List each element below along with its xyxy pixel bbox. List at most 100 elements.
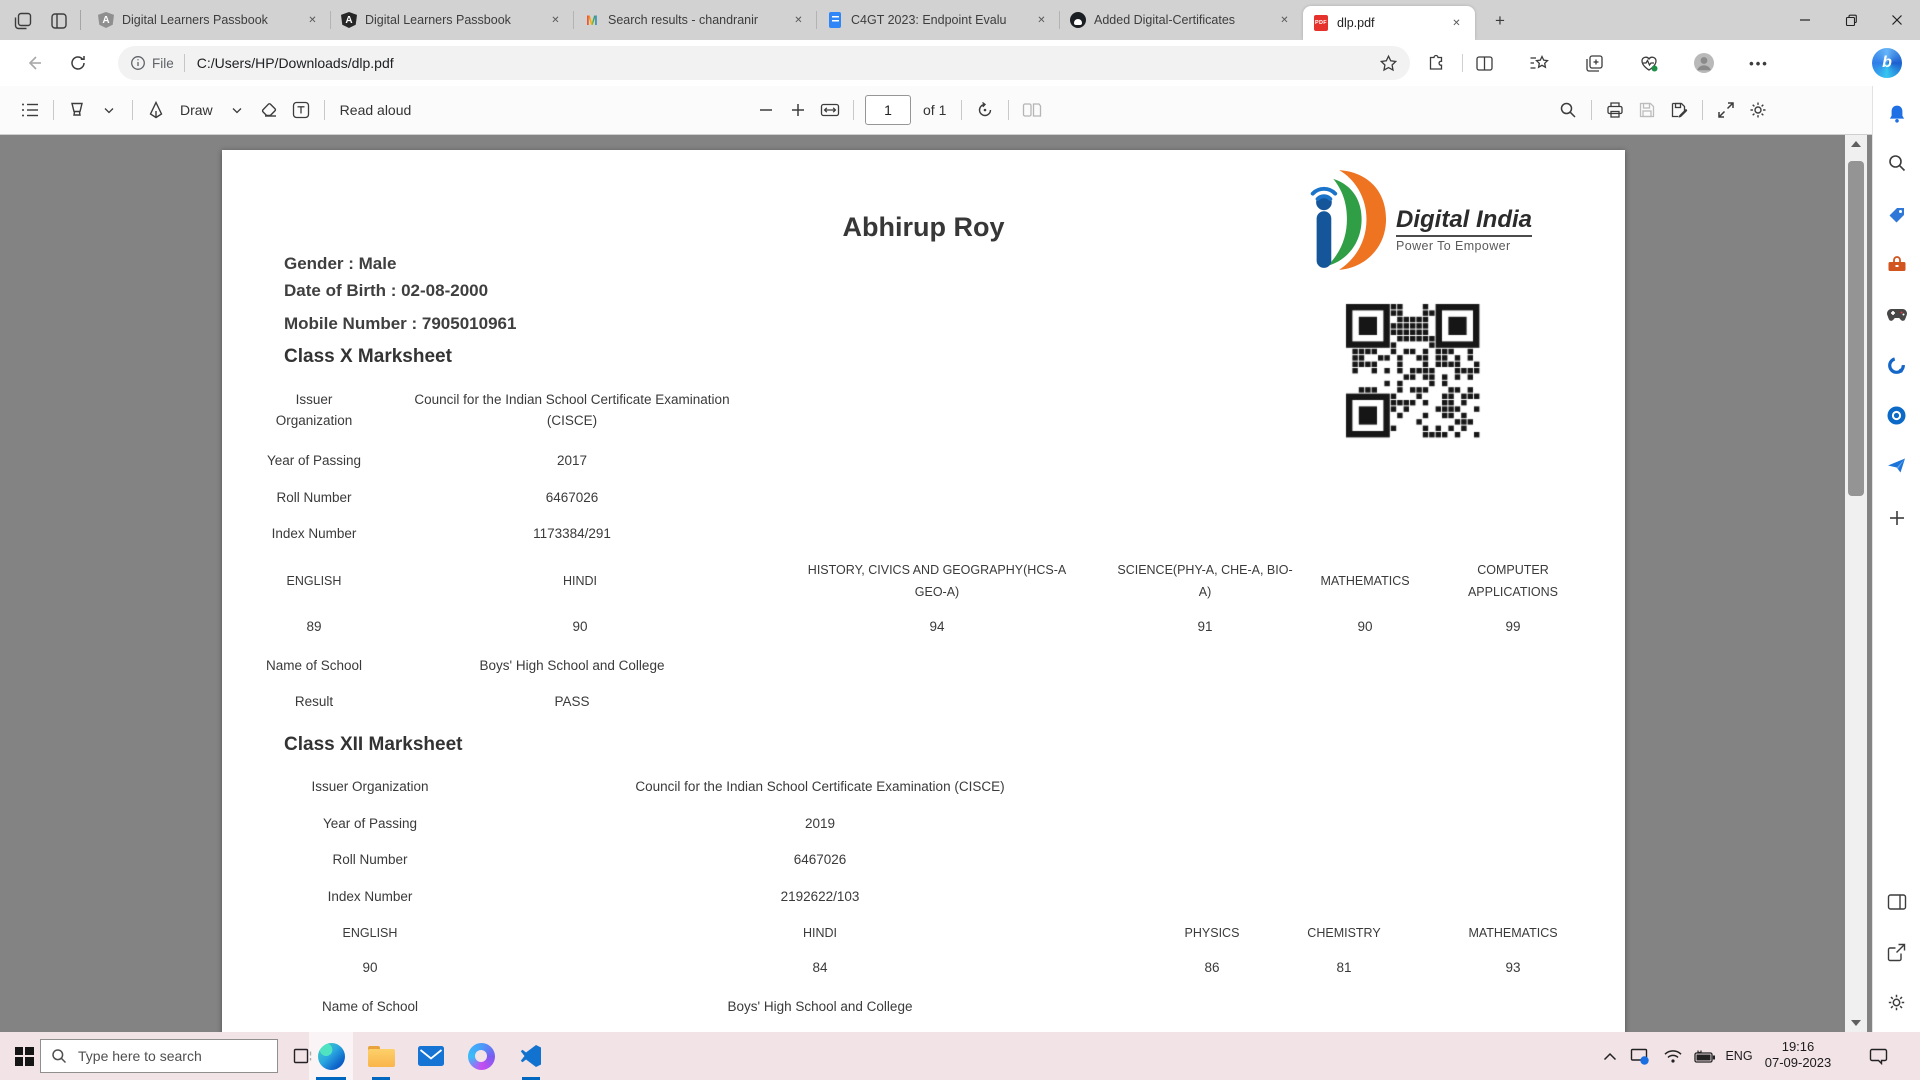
draw-dropdown-chevron-icon[interactable]	[221, 93, 253, 127]
tab-added-digital-certificates[interactable]: Added Digital-Certificates	[1060, 0, 1303, 40]
tray-language-label[interactable]: ENG	[1722, 1032, 1756, 1080]
read-aloud-button[interactable]: Read aloud	[340, 102, 412, 118]
split-screen-icon[interactable]	[1472, 51, 1496, 75]
tray-battery-icon[interactable]	[1690, 1032, 1720, 1080]
taskbar-file-explorer-icon[interactable]	[359, 1032, 403, 1080]
workspaces-icon[interactable]	[10, 8, 36, 34]
result-value: PASS	[554, 694, 590, 709]
search-document-icon[interactable]	[1552, 93, 1584, 127]
highlighter-dropdown-chevron-icon[interactable]	[93, 93, 125, 127]
taskbar-copilot-icon[interactable]	[459, 1032, 503, 1080]
collections-icon[interactable]	[1582, 51, 1606, 75]
windows-logo-icon	[14, 1046, 34, 1066]
detail-value: 2019	[804, 816, 836, 831]
close-tab-icon[interactable]	[1448, 15, 1465, 32]
favorites-icon[interactable]	[1527, 51, 1551, 75]
tab-actions-icon[interactable]	[46, 8, 72, 34]
games-icon[interactable]	[1873, 297, 1920, 333]
digital-india-wordmark: Digital India	[1396, 206, 1533, 237]
tray-wifi-icon[interactable]	[1658, 1032, 1688, 1080]
vertical-scrollbar[interactable]	[1845, 135, 1867, 1032]
close-window-button[interactable]	[1874, 0, 1920, 40]
add-sidebar-app-icon[interactable]	[1873, 500, 1920, 536]
info-icon[interactable]	[130, 55, 146, 71]
print-icon[interactable]	[1599, 93, 1631, 127]
detail-label: Year of Passing	[322, 816, 418, 831]
tray-sync-display-icon[interactable]	[1626, 1032, 1654, 1080]
close-tab-icon[interactable]	[547, 12, 564, 29]
tab-digital-learners-passbook-2[interactable]: Digital Learners Passbook	[331, 0, 574, 40]
microsoft-365-icon[interactable]	[1873, 347, 1920, 383]
fit-to-width-icon[interactable]	[814, 93, 846, 127]
subject-header: COMPUTER APPLICATIONS	[1467, 563, 1559, 599]
scroll-up-icon[interactable]	[1845, 135, 1867, 153]
tab-title: Search results - chandranir	[608, 13, 759, 27]
shopping-tag-icon[interactable]	[1873, 197, 1920, 233]
extensions-icon[interactable]	[1424, 51, 1448, 75]
taskbar-search-box[interactable]	[40, 1039, 278, 1073]
tab-bar: Digital Learners Passbook Digital Learne…	[0, 0, 1920, 40]
close-tab-icon[interactable]	[1276, 12, 1293, 29]
tab-dlp-pdf-active[interactable]: dlp.pdf	[1303, 6, 1475, 40]
tab-title: C4GT 2023: Endpoint Evalu	[851, 13, 1007, 27]
back-icon[interactable]	[20, 49, 48, 77]
add-text-icon[interactable]	[285, 93, 317, 127]
table-of-contents-icon[interactable]	[14, 93, 46, 127]
save-as-icon[interactable]	[1663, 93, 1695, 127]
settings-menu-icon[interactable]	[1747, 51, 1771, 75]
pdf-settings-gear-icon[interactable]	[1742, 93, 1774, 127]
subject-header: CHEMISTRY	[1307, 926, 1381, 940]
highlighter-icon[interactable]	[61, 93, 93, 127]
drop-paper-plane-icon[interactable]	[1873, 447, 1920, 483]
scroll-down-icon[interactable]	[1845, 1014, 1867, 1032]
sidebar-panel-icon[interactable]	[1873, 884, 1920, 920]
profile-avatar[interactable]	[1692, 51, 1716, 75]
sidebar-search-icon[interactable]	[1873, 145, 1920, 181]
taskbar-edge-icon[interactable]	[309, 1032, 353, 1080]
outlook-icon[interactable]	[1873, 397, 1920, 433]
minimize-button[interactable]	[1782, 0, 1828, 40]
detail-label: Roll Number	[332, 852, 408, 867]
open-external-icon[interactable]	[1873, 934, 1920, 970]
refresh-icon[interactable]	[64, 49, 92, 77]
detail-value: Council for the Indian School Certificat…	[414, 392, 730, 428]
url-text[interactable]: C:/Users/HP/Downloads/dlp.pdf	[197, 55, 1379, 71]
rotate-icon[interactable]	[969, 93, 1001, 127]
copilot-icon[interactable]	[1872, 48, 1902, 78]
zoom-in-icon[interactable]	[782, 93, 814, 127]
taskbar-mail-icon[interactable]	[409, 1032, 453, 1080]
taskbar-vscode-icon[interactable]	[509, 1032, 553, 1080]
notifications-bell-icon[interactable]	[1873, 96, 1920, 132]
pdf-viewport[interactable]: Abhirup Roy Digital India Power To Empow…	[0, 135, 1872, 1032]
address-bar[interactable]: File C:/Users/HP/Downloads/dlp.pdf	[118, 46, 1410, 80]
tab-search-results[interactable]: Search results - chandranir	[574, 0, 817, 40]
close-tab-icon[interactable]	[1033, 12, 1050, 29]
tab-digital-learners-passbook-1[interactable]: Digital Learners Passbook	[88, 0, 331, 40]
zoom-out-icon[interactable]	[750, 93, 782, 127]
tab-c4gt-endpoint[interactable]: C4GT 2023: Endpoint Evalu	[817, 0, 1060, 40]
restore-button[interactable]	[1828, 0, 1874, 40]
action-center-icon[interactable]	[1856, 1032, 1900, 1080]
tools-toolbox-icon[interactable]	[1873, 246, 1920, 282]
draw-label[interactable]: Draw	[180, 102, 213, 118]
google-docs-icon	[829, 12, 841, 28]
new-tab-button[interactable]	[1488, 9, 1512, 33]
tray-clock[interactable]: 19:16 07-09-2023	[1752, 1039, 1844, 1071]
detail-value: 1173384/291	[533, 526, 611, 541]
draw-pen-icon[interactable]	[140, 93, 172, 127]
browser-essentials-icon[interactable]	[1637, 51, 1661, 75]
sidebar-settings-gear-icon[interactable]	[1873, 984, 1920, 1020]
start-button[interactable]	[8, 1032, 40, 1080]
eraser-icon[interactable]	[253, 93, 285, 127]
close-tab-icon[interactable]	[790, 12, 807, 29]
fullscreen-icon[interactable]	[1710, 93, 1742, 127]
gmail-icon	[584, 12, 600, 28]
detail-value: 6467026	[793, 852, 847, 867]
result-label: Result	[294, 694, 334, 709]
tray-expand-chevron-icon[interactable]	[1596, 1032, 1624, 1080]
search-input[interactable]	[76, 1047, 267, 1065]
favorite-star-icon[interactable]	[1379, 54, 1398, 73]
scrollbar-thumb[interactable]	[1848, 161, 1864, 496]
close-tab-icon[interactable]	[304, 12, 321, 29]
page-number-input[interactable]	[865, 95, 911, 125]
